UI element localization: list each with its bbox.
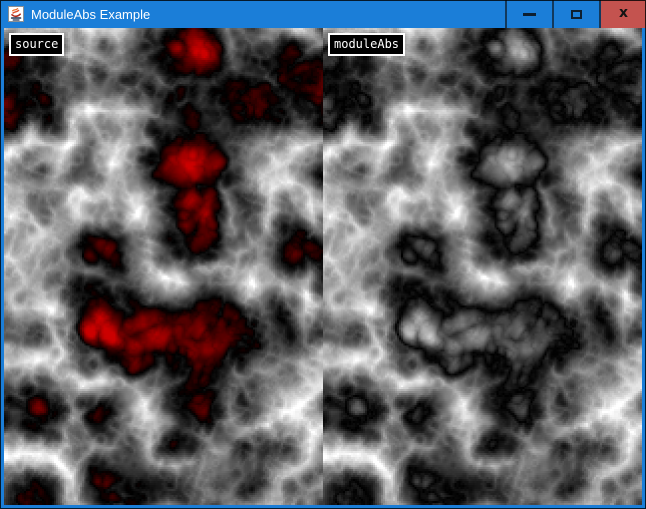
minimize-button[interactable] (505, 0, 552, 28)
moduleabs-label: moduleAbs (328, 33, 405, 56)
java-coffee-cup-icon (8, 6, 24, 22)
source-noise-image (4, 28, 323, 505)
moduleabs-noise-image (323, 28, 642, 505)
maximize-button[interactable] (552, 0, 599, 28)
close-x-icon: x (619, 6, 628, 20)
panel-source: source (4, 28, 323, 505)
minimize-dash-icon (523, 13, 536, 16)
window-controls: x (505, 0, 646, 28)
app-window: ModuleAbs Example x source moduleAbs (0, 0, 646, 509)
render-area: source moduleAbs (4, 28, 642, 505)
titlebar[interactable]: ModuleAbs Example x (0, 0, 646, 28)
panel-moduleabs: moduleAbs (323, 28, 642, 505)
window-title: ModuleAbs Example (31, 7, 505, 22)
close-button[interactable]: x (599, 0, 646, 28)
source-label: source (9, 33, 64, 56)
maximize-square-icon (571, 10, 582, 19)
